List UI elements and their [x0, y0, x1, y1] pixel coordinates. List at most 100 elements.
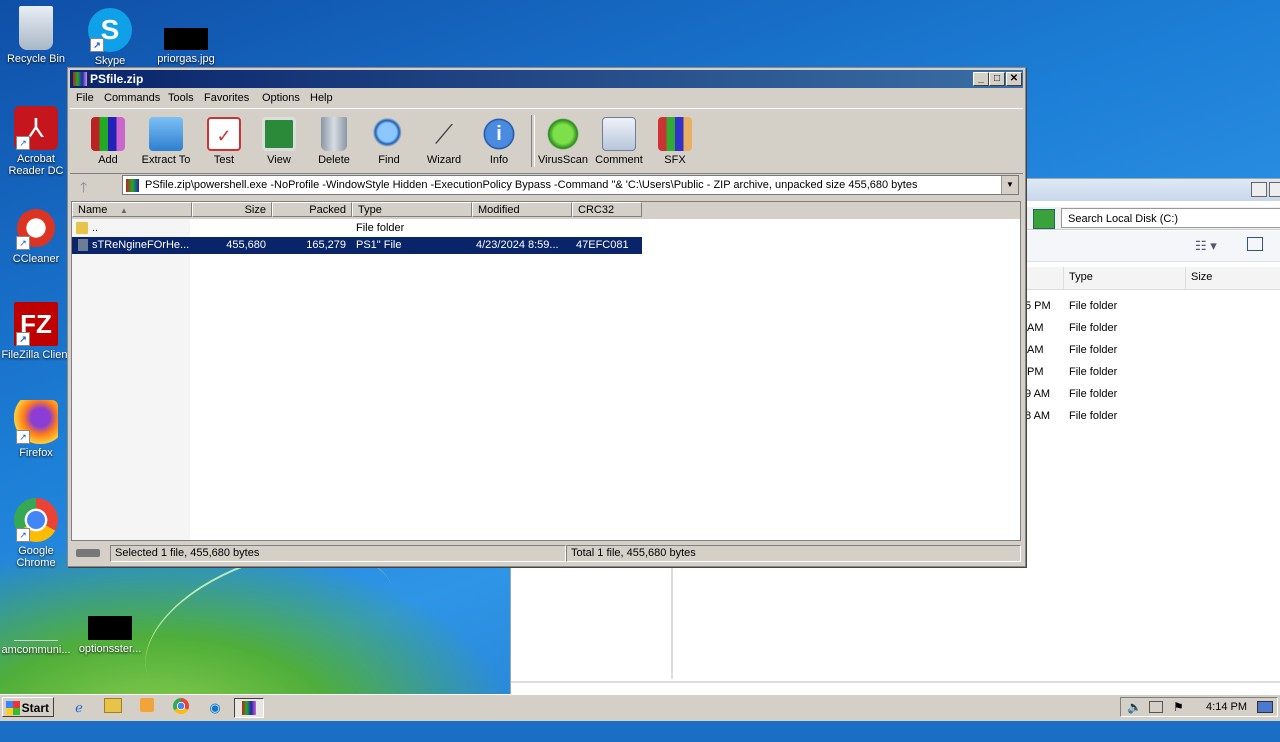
info-button[interactable]: i Info — [471, 115, 527, 166]
test-button[interactable]: ✓ Test — [196, 115, 252, 166]
file-list-header: Name ▲ Size Packed Type Modified CRC32 — [72, 202, 1020, 219]
desktop-icon-amcommuni[interactable]: amcommuni... — [0, 620, 72, 656]
skype-icon: S ↗ — [88, 8, 132, 52]
desktop-icon-label: amcommuni... — [1, 644, 71, 656]
tool-label: Delete — [318, 154, 350, 166]
volume-icon[interactable]: 🔈 — [1127, 700, 1142, 714]
name-column-shade — [72, 219, 190, 540]
desktop-icon-ccleaner[interactable]: ↗ CCleaner — [0, 206, 72, 265]
file-modified: 4/23/2024 8:59... — [476, 239, 559, 251]
column-packed[interactable]: Packed — [272, 202, 352, 217]
row-date: AM — [1027, 322, 1044, 334]
tool-label: Info — [489, 154, 509, 166]
desktop-icon-chrome[interactable]: ↗ Google Chrome — [0, 498, 72, 569]
column-size[interactable]: Size — [1191, 271, 1212, 283]
winrar-toolbar: Add Extract To ✓ Test View Delete Find ⟋ W… — [70, 108, 1023, 174]
acrobat-icon: ⅄ ↗ — [14, 106, 58, 150]
desktop-icon-optionsster[interactable]: optionsster... — [74, 616, 146, 655]
tool-label: SFX — [664, 154, 686, 166]
refresh-icon[interactable] — [1033, 209, 1055, 229]
wand-icon: ⟋ — [434, 119, 454, 149]
path-text: PSfile.zip\powershell.exe -NoProfile -Wi… — [145, 179, 918, 191]
show-desktop-icon[interactable] — [1257, 701, 1273, 713]
preview-pane-icon[interactable] — [1247, 237, 1263, 251]
desktop-icon-firefox[interactable]: ↗ Firefox — [0, 400, 72, 459]
find-button[interactable]: Find — [361, 115, 417, 166]
menu-options[interactable]: Options — [262, 92, 300, 104]
winrar-titlebar[interactable]: PSfile.zip _ □ ✕ — [70, 70, 1023, 88]
winrar-taskbar-button[interactable] — [234, 698, 264, 718]
winrar-app-icon — [242, 701, 256, 715]
chrome-taskbar-icon[interactable] — [170, 698, 192, 718]
start-label: Start — [21, 701, 49, 715]
column-size[interactable]: Size — [192, 202, 272, 217]
comment-button[interactable]: Comment — [591, 115, 647, 166]
close-button[interactable]: ✕ — [1006, 72, 1022, 86]
shortcut-arrow-icon: ↗ — [16, 528, 30, 542]
desktop-icon-priorgas[interactable]: priorgas.jpg — [150, 28, 222, 65]
network-icon[interactable] — [1149, 701, 1163, 713]
desktop-icon-acrobat[interactable]: ⅄ ↗ Acrobat Reader DC — [0, 106, 72, 177]
sfx-button[interactable]: SFX — [647, 115, 703, 166]
column-crc32[interactable]: CRC32 — [572, 202, 642, 217]
action-center-icon[interactable]: ⚑ — [1173, 700, 1184, 714]
file-size: 455,680 — [226, 239, 266, 251]
maximize-button[interactable] — [1269, 182, 1280, 197]
winrar-window[interactable]: PSfile.zip _ □ ✕ File Commands Tools Fav… — [67, 67, 1026, 567]
clock[interactable]: 4:14 PM — [1206, 701, 1247, 713]
desktop-icon-label: Skype — [94, 55, 126, 67]
add-button[interactable]: Add — [80, 115, 136, 166]
extract-to-button[interactable]: Extract To — [138, 115, 194, 166]
delete-button[interactable]: Delete — [306, 115, 362, 166]
archive-icon — [126, 179, 139, 192]
file-type: File folder — [356, 222, 405, 234]
tool-label: Add — [98, 154, 118, 166]
tool-label: Find — [378, 154, 400, 166]
row-type: File folder — [1069, 410, 1118, 422]
explorer-taskbar-icon[interactable] — [102, 698, 124, 718]
explorer-divider — [511, 681, 1280, 683]
view-button[interactable]: View — [251, 115, 307, 166]
wizard-button[interactable]: ⟋ Wizard — [416, 115, 472, 166]
desktop-icon-filezilla[interactable]: FZ ↗ FileZilla Client — [0, 302, 72, 361]
menu-favorites[interactable]: Favorites — [204, 92, 249, 104]
desktop-icon-label: Acrobat Reader DC — [8, 153, 64, 177]
list-item[interactable]: .. File folder — [72, 220, 642, 237]
maximize-button[interactable]: □ — [989, 72, 1005, 86]
column-type[interactable]: Type — [1069, 271, 1093, 283]
folder-icon — [76, 222, 88, 234]
recycle-bin-icon — [19, 6, 53, 50]
minimize-button[interactable]: _ — [973, 72, 989, 86]
status-selected: Selected 1 file, 455,680 bytes — [110, 545, 566, 562]
filezilla-icon: FZ ↗ — [14, 302, 58, 346]
list-item[interactable]: sTReNgineFOrHe... 455,680 165,279 PS1" F… — [72, 237, 642, 254]
edge-icon[interactable]: ◉ — [204, 698, 226, 718]
virusscan-button[interactable]: VirusScan — [535, 115, 591, 166]
minimize-button[interactable] — [1251, 182, 1267, 197]
desktop-icon-skype[interactable]: S ↗ Skype — [74, 8, 146, 67]
row-date: 8 AM — [1025, 410, 1051, 422]
search-input[interactable]: Search Local Disk (C:) — [1061, 208, 1280, 228]
up-arrow-icon[interactable]: 🡑 — [80, 177, 87, 201]
column-name[interactable]: Name ▲ — [72, 202, 192, 217]
menu-help[interactable]: Help — [310, 92, 333, 104]
desktop-icon-recycle-bin[interactable]: Recycle Bin — [0, 6, 72, 65]
media-player-icon[interactable] — [136, 698, 158, 718]
path-field[interactable]: PSfile.zip\powershell.exe -NoProfile -Wi… — [122, 175, 1019, 195]
column-type[interactable]: Type — [352, 202, 472, 217]
view-options-icon[interactable]: ☷ ▾ — [1195, 238, 1217, 254]
menu-file[interactable]: File — [76, 92, 94, 104]
row-type: File folder — [1069, 344, 1118, 356]
sfx-box-icon — [658, 117, 692, 151]
chevron-down-icon[interactable]: ▼ — [1001, 176, 1018, 194]
column-name-label: Name — [78, 204, 108, 216]
book-icon — [262, 117, 296, 151]
start-button[interactable]: Start — [2, 697, 54, 717]
menu-tools[interactable]: Tools — [168, 92, 194, 104]
menu-commands[interactable]: Commands — [104, 92, 160, 104]
comment-icon — [602, 117, 636, 151]
file-list[interactable]: Name ▲ Size Packed Type Modified CRC32 ..… — [71, 201, 1021, 541]
column-modified[interactable]: Modified — [472, 202, 572, 217]
windows-logo-icon — [6, 701, 20, 715]
internet-explorer-icon[interactable]: ℯ — [68, 698, 90, 718]
